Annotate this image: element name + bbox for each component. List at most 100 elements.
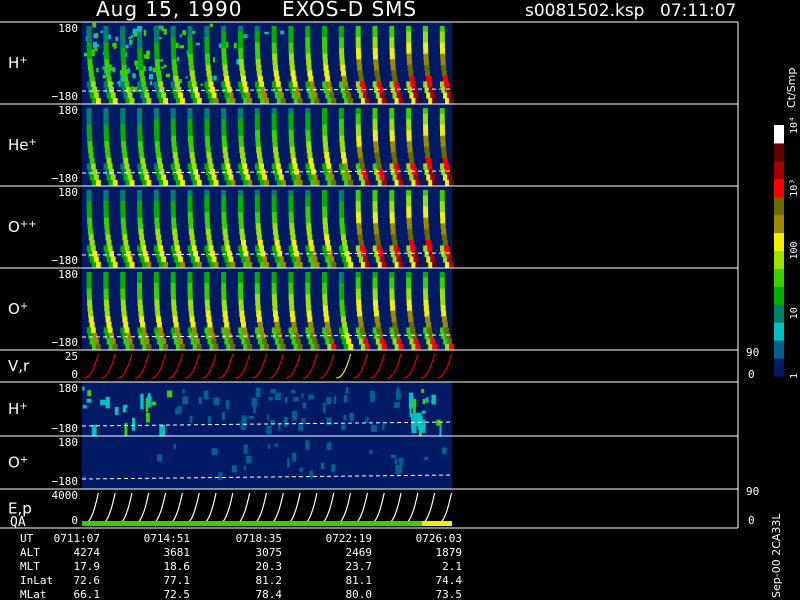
arc-cell <box>355 195 361 202</box>
arc-cell <box>340 228 346 235</box>
arc-cell <box>275 327 281 334</box>
arc-cell <box>408 316 414 323</box>
arc-halo <box>157 92 162 99</box>
arc-cell <box>146 180 152 187</box>
arc-cell <box>356 305 362 312</box>
arc-cell <box>324 234 330 241</box>
arc-cell <box>110 256 116 263</box>
arc-cell <box>238 141 244 148</box>
arc-halo <box>344 98 349 105</box>
arc-cell <box>423 212 429 219</box>
arc-cell <box>223 70 229 77</box>
sparse-cell <box>145 412 150 423</box>
arc-cell <box>247 262 253 269</box>
arc-cell <box>329 92 335 99</box>
arc-halo <box>426 174 431 181</box>
arc-cell <box>373 299 379 306</box>
arc-halo <box>88 250 93 258</box>
arc-cell <box>189 316 195 323</box>
arc-cell <box>204 206 210 213</box>
arc-cell <box>124 245 130 252</box>
arc-halo <box>293 180 298 187</box>
arc-cell <box>221 277 227 284</box>
arc-cell <box>406 288 412 295</box>
arc-halo <box>140 338 145 345</box>
arc-cell <box>139 70 145 77</box>
arc-halo <box>327 98 332 105</box>
arc-halo <box>358 256 363 263</box>
arc-cell <box>139 152 145 159</box>
arc-cell <box>104 228 110 235</box>
arc-cell <box>179 344 185 351</box>
arc-cell <box>120 26 126 33</box>
arc-cell <box>307 234 313 241</box>
sparse-cell <box>82 386 85 391</box>
arc-halo <box>305 81 310 88</box>
arc-cell <box>247 98 253 105</box>
arc-halo <box>142 180 147 187</box>
arc-cell <box>406 119 412 126</box>
arc-halo <box>204 163 209 170</box>
arc-cell <box>204 42 210 49</box>
arc-cell <box>237 272 243 279</box>
arc-cell <box>189 152 195 159</box>
arc-cell <box>415 262 421 269</box>
arc-cell <box>289 59 295 66</box>
arc-cell <box>440 299 446 306</box>
arc-cell <box>188 217 194 224</box>
arc-cell <box>141 245 147 252</box>
arc-cell <box>120 283 126 290</box>
arc-cell <box>137 288 143 295</box>
noise-cell <box>150 81 153 86</box>
arc-cell <box>422 26 428 33</box>
arc-halo <box>224 256 229 263</box>
panel-label-sup: + <box>19 55 27 66</box>
noise-cell <box>128 36 131 40</box>
arc-halo <box>224 174 229 181</box>
arc-cell <box>322 288 328 295</box>
arc-cell <box>188 64 194 71</box>
arc-cell <box>120 272 126 279</box>
arc-cell <box>170 130 176 137</box>
arc-cell <box>374 234 380 241</box>
arc-halo <box>358 174 363 181</box>
arc-cell <box>238 42 244 49</box>
arc-halo <box>187 163 192 170</box>
arc-cell <box>372 26 378 33</box>
arc-halo <box>207 256 212 263</box>
arc-cell <box>339 59 345 66</box>
footer-row-label: InLat <box>20 574 53 587</box>
arc-cell <box>358 75 364 82</box>
arc-cell <box>240 316 246 323</box>
noise-cell <box>148 74 154 80</box>
arc-cell <box>339 217 345 224</box>
arc-cell <box>372 119 378 126</box>
arc-cell <box>407 141 413 148</box>
arc-cell <box>432 98 438 105</box>
arc-cell <box>88 146 94 153</box>
arc-halo <box>441 168 446 176</box>
arc-cell <box>340 70 346 77</box>
arc-cell <box>245 256 251 263</box>
arc-cell <box>443 327 449 334</box>
sparse-cell <box>182 388 185 395</box>
arc-cell <box>389 48 395 55</box>
colorbar-swatch <box>774 340 784 359</box>
arc-cell <box>288 277 294 284</box>
arc-cell <box>375 239 381 246</box>
arc-cell <box>338 108 344 115</box>
arc-cell <box>322 37 328 44</box>
arc-cell <box>144 174 150 181</box>
arc-cell <box>391 70 397 77</box>
arc-cell <box>174 163 180 170</box>
arc-cell <box>224 75 230 82</box>
arc-cell <box>224 157 230 164</box>
arc-cell <box>338 119 344 126</box>
arc-halo <box>243 262 248 269</box>
footer-cell: 2469 <box>346 546 373 559</box>
arc-cell <box>355 113 361 120</box>
arc-cell <box>326 163 332 170</box>
arc-cell <box>245 174 251 181</box>
arc-cell <box>173 321 179 328</box>
arc-cell <box>254 283 260 290</box>
